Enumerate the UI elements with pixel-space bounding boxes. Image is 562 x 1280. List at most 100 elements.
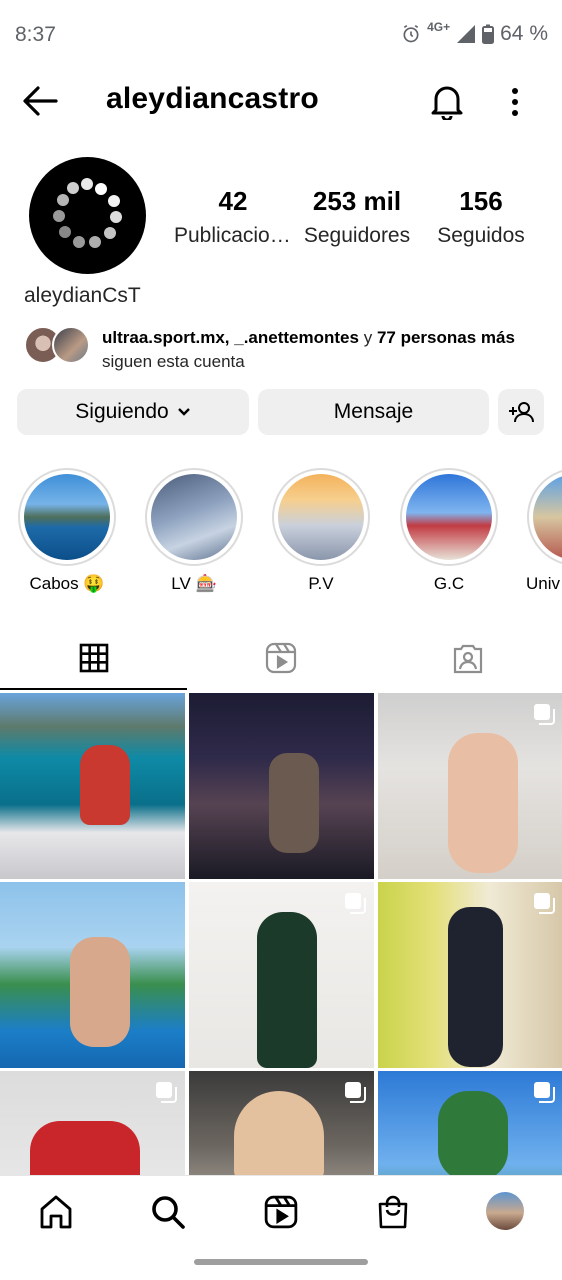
- system-home-indicator[interactable]: [194, 1259, 368, 1265]
- stat-following[interactable]: 156 Seguidos: [426, 186, 536, 248]
- highlight-item[interactable]: G.C: [399, 468, 499, 594]
- grid-icon: [79, 643, 108, 673]
- followed-suffix: siguen esta cuenta: [102, 352, 245, 371]
- network-type: 4G+: [427, 20, 451, 34]
- nav-search-button[interactable]: [148, 1192, 188, 1232]
- follower-avatar: [52, 326, 90, 364]
- highlight-ring: [18, 468, 116, 566]
- followed-others: 77 personas más: [376, 328, 515, 347]
- following-label: Siguiendo: [75, 400, 169, 423]
- highlight-cover: [151, 474, 237, 560]
- following-count: 156: [459, 186, 503, 216]
- tab-tagged[interactable]: [374, 626, 561, 690]
- multiple-photos-icon: [156, 1082, 177, 1103]
- highlight-item[interactable]: P.V: [271, 468, 371, 594]
- stat-posts[interactable]: 42 Publicaciones: [174, 186, 292, 248]
- post-thumbnail[interactable]: [189, 693, 374, 879]
- reels-icon: [265, 642, 296, 674]
- tab-posts-grid[interactable]: [0, 626, 187, 690]
- followed-by-row[interactable]: ultraa.sport.mx, _.anettemontes y 77 per…: [24, 324, 562, 372]
- suggested-users-button[interactable]: [498, 389, 544, 435]
- highlight-label: Univ: [526, 574, 561, 593]
- highlight-label: G.C: [433, 574, 465, 593]
- post-thumbnail[interactable]: [189, 1071, 374, 1175]
- highlight-label: Cabos 🤑: [29, 574, 105, 593]
- followed-accounts: ultraa.sport.mx, _.anettemontes: [102, 328, 359, 347]
- following-label: Seguidos: [437, 224, 525, 247]
- status-icons: 4G+ 64 %: [401, 20, 548, 46]
- post-thumbnail[interactable]: [0, 693, 185, 879]
- active-tab-indicator: [0, 688, 187, 690]
- profile-avatar[interactable]: [29, 157, 146, 274]
- highlight-ring: [272, 468, 370, 566]
- back-button[interactable]: [22, 84, 60, 118]
- highlight-label: LV 🎰: [171, 574, 217, 593]
- more-options-button[interactable]: [503, 85, 527, 119]
- loading-spinner-icon: [53, 178, 122, 248]
- post-figure: [234, 1091, 324, 1175]
- post-thumbnail[interactable]: [378, 882, 562, 1068]
- profile-tabs: [0, 626, 562, 690]
- multiple-photos-icon: [534, 1082, 555, 1103]
- profile-username: aleydiancastro: [106, 82, 319, 115]
- signal-icon: [457, 25, 476, 43]
- post-figure: [448, 907, 503, 1067]
- highlight-ring: [527, 468, 562, 566]
- post-figure: [438, 1091, 508, 1175]
- post-figure: [70, 937, 130, 1047]
- post-thumbnail[interactable]: [0, 882, 185, 1068]
- post-figure: [30, 1121, 140, 1175]
- chevron-down-icon: [177, 408, 190, 416]
- followers-count: 253 mil: [312, 186, 402, 216]
- battery-icon: [482, 24, 495, 44]
- nav-profile-avatar[interactable]: [486, 1192, 524, 1230]
- post-figure: [257, 912, 317, 1068]
- battery-percent: 64 %: [500, 22, 548, 45]
- shopping-bag-icon: [378, 1195, 408, 1229]
- multiple-photos-icon: [534, 893, 555, 914]
- following-button[interactable]: Siguiendo: [17, 389, 249, 435]
- nav-shop-button[interactable]: [373, 1192, 413, 1232]
- highlight-label: P.V: [308, 574, 334, 593]
- highlight-cover: [533, 474, 562, 560]
- highlight-ring: [400, 468, 498, 566]
- nav-reels-button[interactable]: [261, 1192, 301, 1232]
- post-thumbnail[interactable]: [378, 693, 562, 879]
- followed-connector: y: [363, 328, 373, 347]
- tab-reels[interactable]: [187, 626, 374, 690]
- post-thumbnail[interactable]: [378, 1071, 562, 1175]
- alarm-icon: [403, 24, 419, 43]
- stat-followers[interactable]: 253 mil Seguidores: [296, 186, 418, 248]
- search-icon: [152, 1196, 185, 1229]
- posts-grid: [0, 693, 562, 1175]
- posts-label: Publicaciones: [174, 224, 292, 247]
- message-label: Mensaje: [333, 400, 414, 423]
- followers-label: Seguidores: [303, 224, 411, 247]
- highlight-item[interactable]: Cabos 🤑: [17, 468, 117, 594]
- post-figure: [269, 753, 319, 853]
- highlight-item[interactable]: LV 🎰: [144, 468, 244, 594]
- highlight-cover: [278, 474, 364, 560]
- highlight-item[interactable]: Univ: [526, 468, 562, 594]
- posts-count: 42: [218, 186, 248, 216]
- add-user-icon: [509, 402, 534, 423]
- reels-icon: [264, 1195, 298, 1229]
- status-bar: 8:37 4G+ 64 %: [0, 0, 562, 68]
- notifications-button[interactable]: [429, 82, 465, 122]
- more-vertical-icon: [512, 88, 518, 116]
- message-button[interactable]: Mensaje: [258, 389, 489, 435]
- story-highlights: Cabos 🤑 LV 🎰 P.V G.C Univ: [0, 468, 562, 608]
- followed-by-text: ultraa.sport.mx, _.anettemontes y 77 per…: [102, 326, 562, 374]
- multiple-photos-icon: [345, 893, 366, 914]
- post-figure: [448, 733, 518, 873]
- post-thumbnail[interactable]: [0, 1071, 185, 1175]
- post-thumbnail[interactable]: [189, 882, 374, 1068]
- tagged-icon: [453, 644, 482, 674]
- highlight-ring: [145, 468, 243, 566]
- profile-header: aleydiancastro: [0, 68, 562, 134]
- arrow-left-icon: [23, 86, 58, 116]
- highlight-cover: [24, 474, 110, 560]
- post-figure: [80, 745, 130, 825]
- nav-home-button[interactable]: [36, 1192, 76, 1232]
- home-icon: [40, 1195, 72, 1229]
